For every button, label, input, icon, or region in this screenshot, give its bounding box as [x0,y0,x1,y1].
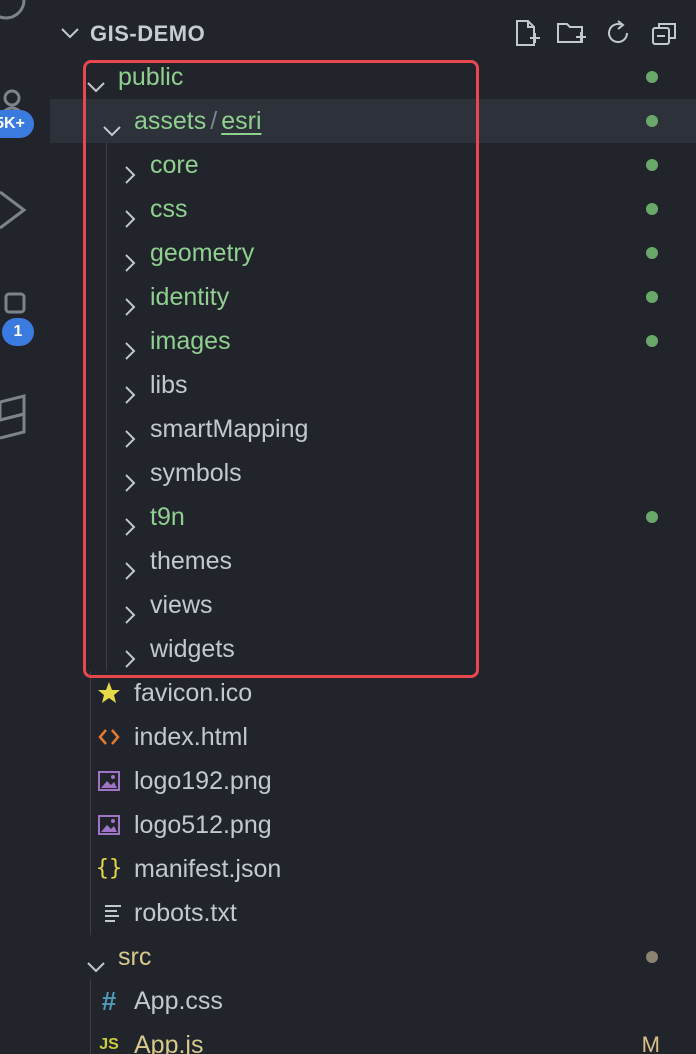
tree-file-index-html[interactable]: index.html [50,715,696,759]
tree-file-app-js[interactable]: JS App.js M [50,1023,696,1054]
star-icon [96,680,122,706]
tree-label: App.css [134,987,223,1015]
json-icon: {} [95,856,123,881]
image-icon [96,812,122,838]
html-icon [96,724,122,750]
tree-label: logo192.png [134,767,272,795]
git-status-dot [646,335,658,347]
tree-file-app-css[interactable]: # App.css [50,979,696,1023]
css-hash-icon: # [101,986,117,1016]
collapse-all-icon[interactable] [648,17,680,49]
activity-bar: 5K+ 1 [0,0,50,1054]
git-status-dot [646,159,658,171]
tree-file-logo192[interactable]: logo192.png [50,759,696,803]
js-icon: JS [99,1036,119,1053]
notification-badge: 5K+ [0,110,34,138]
tree-file-logo512[interactable]: logo512.png [50,803,696,847]
tree-label: manifest.json [134,855,282,883]
git-status-dot [646,203,658,215]
section-title: GIS-DEMO [90,21,206,46]
extensions-icon[interactable] [0,290,50,320]
remote-explorer-icon[interactable] [0,392,50,442]
git-status-dot [646,115,658,127]
chevron-down-icon [86,947,106,973]
refresh-icon[interactable] [602,17,634,49]
header-actions [510,17,680,49]
git-modified-badge: M [641,1032,660,1054]
tree-file-robots[interactable]: robots.txt [50,891,696,935]
run-debug-icon[interactable] [0,184,50,240]
new-file-icon[interactable] [510,17,542,49]
tree-folder-src[interactable]: src [50,935,696,979]
git-status-dot [646,951,658,963]
tree-label: robots.txt [134,899,237,927]
highlight-annotation-box [83,60,479,678]
explorer-panel: GIS-DEMO public assets / esri core css g… [50,0,696,1054]
git-status-dot [646,511,658,523]
git-status-dot [646,291,658,303]
tree-label: index.html [134,723,248,751]
tree-label: logo512.png [134,811,272,839]
image-icon [96,768,122,794]
tree-label: src [118,943,152,971]
git-status-dot [646,71,658,83]
chevron-down-icon [60,23,80,43]
extensions-badge: 1 [2,318,34,346]
top-activity-icon[interactable] [0,0,50,30]
explorer-section-header[interactable]: GIS-DEMO [50,11,696,55]
new-folder-icon[interactable] [556,17,588,49]
git-status-dot [646,247,658,259]
tree-file-manifest[interactable]: {} manifest.json [50,847,696,891]
tree-label: App.js [134,1031,204,1054]
text-file-icon [100,900,126,926]
